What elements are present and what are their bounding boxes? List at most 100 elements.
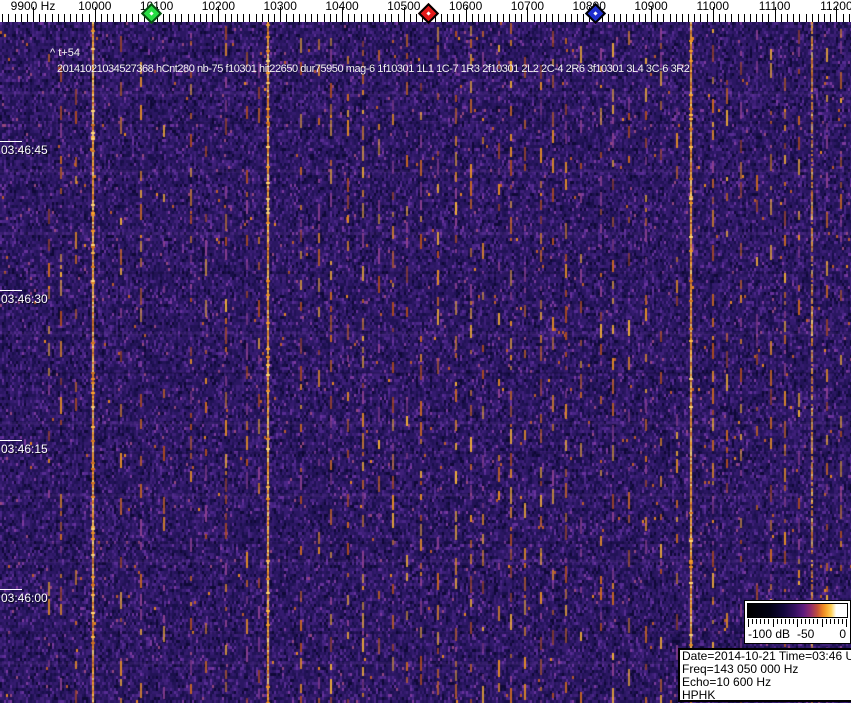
minor-freq-tick (787, 14, 788, 22)
minor-freq-tick (570, 14, 572, 22)
spectrogram-waterfall-canvas[interactable] (0, 22, 851, 703)
info-station-line: HPHK (682, 688, 716, 702)
minor-freq-tick (372, 14, 374, 22)
minor-freq-tick (243, 14, 245, 22)
db-tick (833, 619, 835, 624)
minor-freq-tick (762, 14, 764, 22)
db-tick (764, 619, 766, 624)
minor-freq-tick (700, 14, 702, 22)
minor-freq-tick (255, 14, 257, 22)
marker-center-dot (592, 10, 598, 15)
minor-freq-tick (63, 14, 65, 22)
db-tick (784, 619, 786, 624)
minor-freq-tick (576, 14, 578, 22)
minor-freq-tick (354, 14, 356, 22)
minor-freq-tick (236, 14, 238, 22)
minor-freq-tick (508, 14, 510, 22)
minor-freq-tick (626, 14, 628, 22)
minor-freq-tick (842, 14, 844, 22)
minor-freq-tick (811, 14, 813, 22)
minor-freq-tick (397, 14, 399, 22)
db-min-label: -100 dB (748, 627, 791, 641)
minor-freq-tick (694, 14, 696, 22)
cursor-time-offset-label: ^ t+54 (50, 47, 80, 59)
minor-freq-tick (706, 14, 708, 22)
minor-freq-tick (329, 14, 331, 22)
freq-tick-label: 10900 (634, 0, 668, 13)
db-tick (772, 619, 774, 627)
minor-freq-tick (8, 14, 10, 22)
minor-freq-tick (125, 14, 127, 22)
minor-freq-tick (620, 14, 622, 22)
db-tick (776, 619, 778, 624)
minor-freq-tick (298, 14, 300, 22)
minor-freq-tick (459, 14, 461, 22)
minor-freq-tick (817, 14, 819, 22)
minor-freq-tick (317, 14, 319, 22)
minor-freq-tick (20, 14, 22, 22)
minor-freq-tick (793, 14, 795, 22)
time-tick-line (0, 589, 22, 590)
minor-freq-tick (175, 14, 177, 22)
spectrogram-app: 9900 Hz 10000 10100 10200 10300 10400 10500 106… (0, 0, 851, 703)
freq-tick-label: 10300 (263, 0, 297, 13)
minor-freq-tick (848, 14, 850, 22)
db-tick (760, 619, 762, 624)
minor-freq-tick (360, 14, 362, 22)
minor-freq-tick (76, 14, 78, 22)
db-scale-labels: -100 dB -50 0 (745, 627, 848, 641)
minor-freq-tick (545, 14, 547, 22)
minor-freq-tick (799, 14, 801, 22)
minor-freq-tick (613, 14, 615, 22)
station-info-box: Date=2014-10-21 Time=03:46 UTC Freq=143 … (678, 648, 851, 702)
minor-freq-tick (131, 14, 133, 22)
minor-freq-tick (335, 14, 337, 22)
db-tick (825, 619, 827, 624)
minor-freq-tick (82, 14, 84, 22)
minor-freq-tick (169, 14, 170, 22)
minor-freq-tick (286, 14, 288, 22)
minor-freq-tick (57, 14, 59, 22)
db-tick (837, 619, 839, 624)
minor-freq-tick (416, 14, 418, 22)
minor-freq-tick (323, 14, 325, 22)
minor-freq-tick (107, 14, 109, 22)
freq-tick-label: 10500 (387, 0, 421, 13)
db-tick (792, 619, 794, 624)
db-tick (809, 619, 811, 624)
time-tick-label: 03:46:15 (1, 442, 48, 456)
minor-freq-tick (292, 14, 294, 22)
minor-freq-tick (348, 14, 350, 22)
minor-freq-tick (768, 14, 770, 22)
minor-freq-tick (45, 14, 47, 22)
db-tick (788, 619, 790, 624)
minor-freq-tick (366, 14, 368, 22)
minor-freq-tick (663, 14, 665, 22)
minor-freq-tick (780, 14, 782, 22)
time-tick-line (0, 141, 22, 142)
minor-freq-tick (261, 14, 263, 22)
minor-freq-tick (638, 14, 640, 22)
db-tick (805, 619, 807, 624)
minor-freq-tick (274, 14, 275, 22)
minor-freq-tick (669, 14, 671, 22)
freq-tick-label: 10400 (325, 0, 359, 13)
minor-freq-tick (440, 14, 442, 22)
minor-freq-tick (490, 14, 492, 22)
minor-freq-tick (675, 14, 677, 22)
minor-freq-tick (88, 14, 90, 22)
minor-freq-tick (14, 14, 16, 22)
db-max-label: 0 (839, 627, 846, 641)
minor-freq-tick (51, 14, 53, 22)
minor-freq-tick (249, 14, 251, 22)
minor-freq-tick (607, 14, 609, 22)
minor-freq-tick (224, 14, 226, 22)
minor-freq-tick (471, 14, 473, 22)
freq-tick-label: 11000 (696, 0, 730, 13)
db-tick (801, 619, 803, 624)
minor-freq-tick (113, 14, 115, 22)
minor-freq-tick (533, 14, 535, 22)
time-tick-line (0, 440, 22, 441)
minor-freq-tick (681, 14, 683, 22)
marker-center-dot (148, 10, 154, 15)
